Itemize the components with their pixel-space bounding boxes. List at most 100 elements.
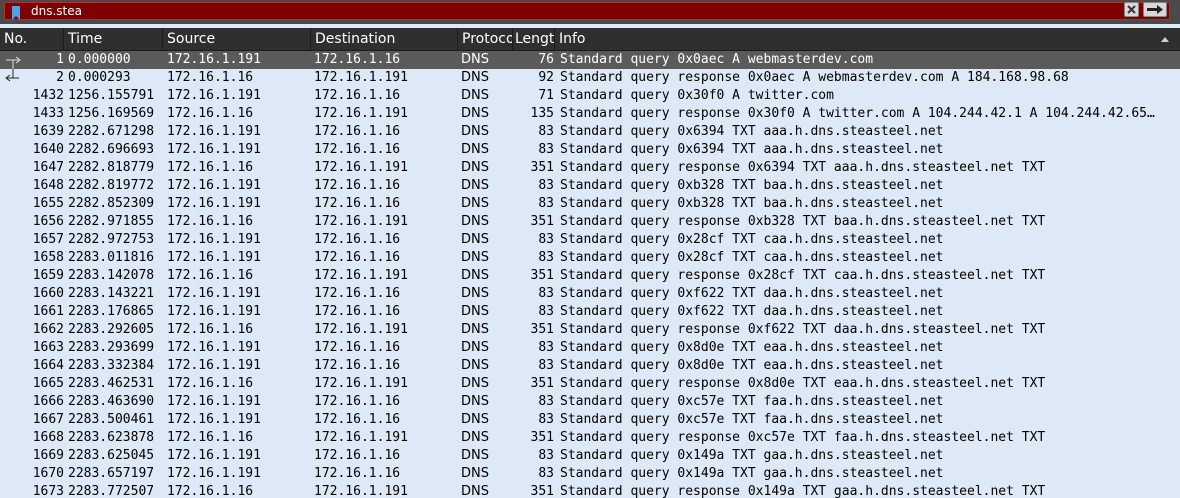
- sort-ascending-icon: [1161, 37, 1169, 42]
- packet-no: 1670: [32, 466, 64, 481]
- packet-length: 83: [538, 124, 554, 139]
- packet-source: 172.16.1.16: [167, 70, 254, 85]
- column-header-source[interactable]: Source: [163, 28, 311, 50]
- column-header-destination[interactable]: Destination: [311, 28, 458, 50]
- arrow-right-icon: [1147, 5, 1163, 14]
- packet-row[interactable]: 1673 2283.772507 172.16.1.16 172.16.1.191 DN…: [0, 483, 1180, 498]
- packet-info: Standard query 0x149a TXT gaa.h.dns.stea…: [560, 466, 944, 481]
- packet-info: Standard query 0x8d0e TXT eaa.h.dns.stea…: [560, 340, 944, 355]
- packet-source: 172.16.1.16: [167, 484, 254, 498]
- clear-filter-button[interactable]: [1124, 2, 1139, 17]
- packet-length: 135: [530, 106, 554, 121]
- packet-protocol: DNS: [461, 52, 489, 67]
- packet-length: 83: [538, 178, 554, 193]
- packet-destination: 172.16.1.16: [314, 286, 401, 301]
- packet-length: 83: [538, 394, 554, 409]
- packet-protocol: DNS: [461, 124, 489, 139]
- packet-row[interactable]: 1655 2282.852309 172.16.1.191 172.16.1.16 DN…: [0, 195, 1180, 213]
- packet-info: Standard query response 0x30f0 A twitter…: [560, 106, 1155, 121]
- packet-destination: 172.16.1.16: [314, 466, 401, 481]
- packet-length: 351: [530, 430, 554, 445]
- packet-row[interactable]: 1668 2283.623878 172.16.1.16 172.16.1.191 DN…: [0, 429, 1180, 447]
- column-header-info[interactable]: Info: [555, 28, 1180, 50]
- packet-row[interactable]: 1656 2282.971855 172.16.1.16 172.16.1.191 DN…: [0, 213, 1180, 231]
- packet-protocol: DNS: [461, 178, 489, 193]
- packet-time: 2282.852309: [68, 196, 155, 211]
- apply-filter-button[interactable]: [1143, 2, 1167, 17]
- column-header-protocol[interactable]: Protoco: [458, 28, 513, 50]
- packet-destination: 172.16.1.16: [314, 178, 401, 193]
- packet-info: Standard query 0x28cf TXT caa.h.dns.stea…: [560, 250, 944, 265]
- packet-info: Standard query response 0xc57e TXT faa.h…: [560, 430, 1046, 445]
- packet-destination: 172.16.1.16: [314, 52, 401, 67]
- display-filter-input[interactable]: dns.stea: [4, 2, 1170, 20]
- column-header-time[interactable]: Time: [64, 28, 163, 50]
- packet-row[interactable]: 1667 2283.500461 172.16.1.191 172.16.1.16 DN…: [0, 411, 1180, 429]
- packet-no: 1433: [32, 106, 64, 121]
- packet-list-window: dns.stea No. Time Source Destination Pro…: [0, 0, 1180, 498]
- packet-time: 2283.143221: [68, 286, 155, 301]
- packet-protocol: DNS: [461, 394, 489, 409]
- clear-x-icon: [1127, 5, 1136, 14]
- packet-row[interactable]: 1661 2283.176865 172.16.1.191 172.16.1.16 DN…: [0, 303, 1180, 321]
- packet-no: 1648: [32, 178, 64, 193]
- packet-no: 1655: [32, 196, 64, 211]
- packet-info: Standard query 0x0aec A webmasterdev.com: [560, 52, 874, 67]
- packet-no: 1668: [32, 430, 64, 445]
- packet-row[interactable]: 1639 2282.671298 172.16.1.191 172.16.1.16 DN…: [0, 123, 1180, 141]
- packet-source: 172.16.1.16: [167, 214, 254, 229]
- packet-row[interactable]: 2 0.000293 172.16.1.16 172.16.1.191 DNS 92 Sta…: [0, 69, 1180, 87]
- packet-row[interactable]: 1658 2283.011816 172.16.1.191 172.16.1.16 DN…: [0, 249, 1180, 267]
- packet-row[interactable]: 1662 2283.292605 172.16.1.16 172.16.1.191 DN…: [0, 321, 1180, 339]
- packet-protocol: DNS: [461, 88, 489, 103]
- packet-row[interactable]: 1664 2283.332384 172.16.1.191 172.16.1.16 DN…: [0, 357, 1180, 375]
- packet-source: 172.16.1.191: [167, 88, 261, 103]
- column-header-no[interactable]: No.: [0, 28, 64, 50]
- packet-row[interactable]: 1 0.000000 172.16.1.191 172.16.1.16 DNS 76 Sta…: [0, 51, 1180, 69]
- packet-protocol: DNS: [461, 160, 489, 175]
- packet-no: 1669: [32, 448, 64, 463]
- packet-no: 1647: [32, 160, 64, 175]
- packet-time: 2283.292605: [68, 322, 155, 337]
- packet-source: 172.16.1.191: [167, 124, 261, 139]
- column-header-length[interactable]: Lengtl: [513, 28, 555, 50]
- packet-time: 2282.696693: [68, 142, 155, 157]
- bookmark-icon[interactable]: [11, 6, 21, 20]
- packet-time: 0.000293: [68, 70, 131, 85]
- packet-protocol: DNS: [461, 484, 489, 498]
- packet-list: 1 0.000000 172.16.1.191 172.16.1.16 DNS 76 Sta…: [0, 51, 1180, 498]
- packet-time: 0.000000: [68, 52, 131, 67]
- packet-info: Standard query response 0x28cf TXT caa.h…: [560, 268, 1046, 283]
- packet-destination: 172.16.1.16: [314, 394, 401, 409]
- packet-row[interactable]: 1657 2282.972753 172.16.1.191 172.16.1.16 DN…: [0, 231, 1180, 249]
- packet-row[interactable]: 1647 2282.818779 172.16.1.16 172.16.1.191 DN…: [0, 159, 1180, 177]
- packet-row[interactable]: 1666 2283.463690 172.16.1.191 172.16.1.16 DN…: [0, 393, 1180, 411]
- packet-length: 83: [538, 232, 554, 247]
- packet-row[interactable]: 1660 2283.143221 172.16.1.191 172.16.1.16 DN…: [0, 285, 1180, 303]
- packet-length: 83: [538, 448, 554, 463]
- packet-row[interactable]: 1648 2282.819772 172.16.1.191 172.16.1.16 DN…: [0, 177, 1180, 195]
- packet-no: 1663: [32, 340, 64, 355]
- packet-destination: 172.16.1.191: [314, 268, 408, 283]
- packet-source: 172.16.1.16: [167, 106, 254, 121]
- packet-time: 2282.819772: [68, 178, 155, 193]
- packet-destination: 172.16.1.191: [314, 106, 408, 121]
- packet-row[interactable]: 1432 1256.155791 172.16.1.191 172.16.1.16 DN…: [0, 87, 1180, 105]
- packet-no: 1658: [32, 250, 64, 265]
- packet-row[interactable]: 1659 2283.142078 172.16.1.16 172.16.1.191 DN…: [0, 267, 1180, 285]
- packet-time: 2282.972753: [68, 232, 155, 247]
- packet-destination: 172.16.1.16: [314, 340, 401, 355]
- packet-length: 76: [538, 52, 554, 67]
- packet-protocol: DNS: [461, 250, 489, 265]
- packet-row[interactable]: 1670 2283.657197 172.16.1.191 172.16.1.16 DN…: [0, 465, 1180, 483]
- packet-row[interactable]: 1663 2283.293699 172.16.1.191 172.16.1.16 DN…: [0, 339, 1180, 357]
- packet-source: 172.16.1.191: [167, 466, 261, 481]
- packet-source: 172.16.1.16: [167, 430, 254, 445]
- packet-protocol: DNS: [461, 448, 489, 463]
- packet-destination: 172.16.1.16: [314, 196, 401, 211]
- packet-row[interactable]: 1640 2282.696693 172.16.1.191 172.16.1.16 DN…: [0, 141, 1180, 159]
- packet-row[interactable]: 1669 2283.625045 172.16.1.191 172.16.1.16 DN…: [0, 447, 1180, 465]
- packet-row[interactable]: 1665 2283.462531 172.16.1.16 172.16.1.191 DN…: [0, 375, 1180, 393]
- packet-no: 1662: [32, 322, 64, 337]
- packet-row[interactable]: 1433 1256.169569 172.16.1.16 172.16.1.191 DN…: [0, 105, 1180, 123]
